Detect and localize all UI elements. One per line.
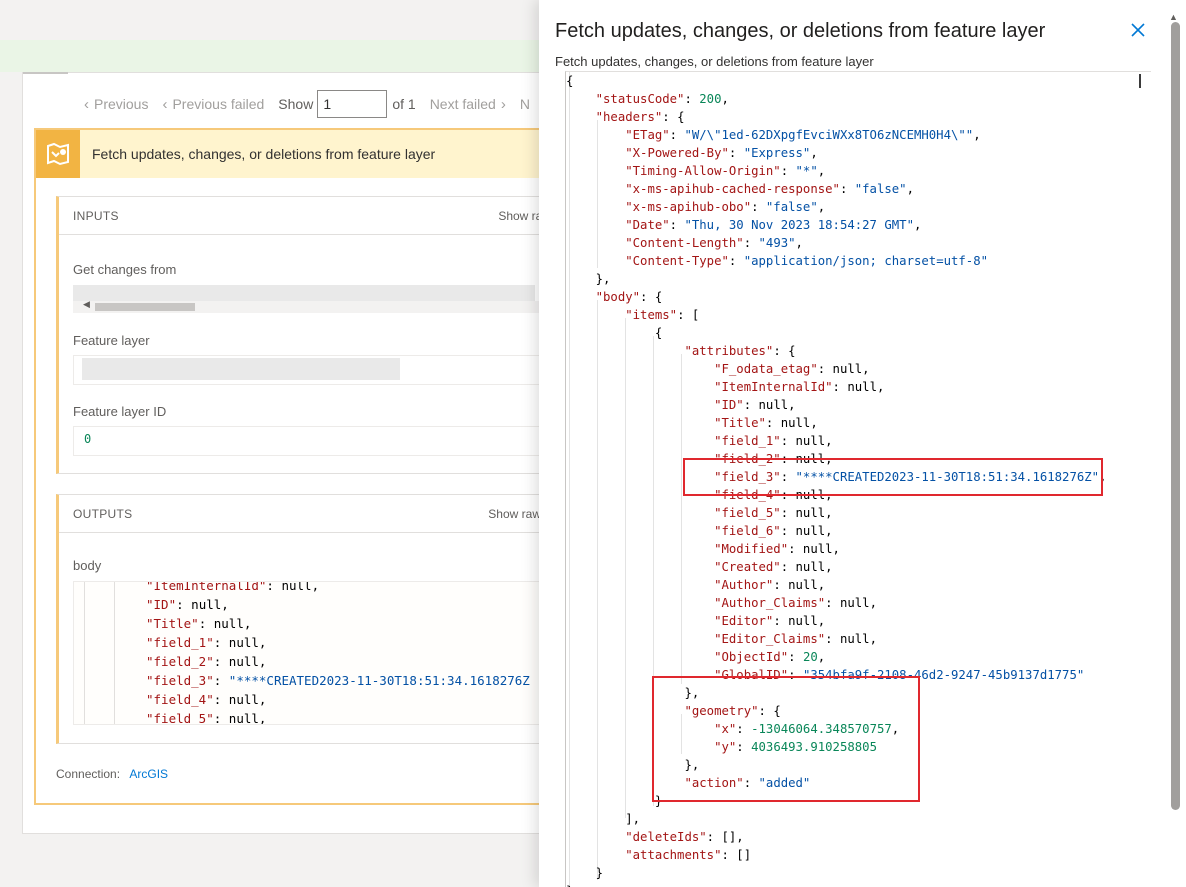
tab-indicator — [23, 72, 68, 74]
code-line: "items": [ — [625, 308, 700, 322]
next-button[interactable]: N — [520, 96, 530, 112]
close-icon[interactable] — [1128, 20, 1148, 42]
page-number-input[interactable] — [317, 90, 388, 118]
code-line: "field_3": "****CREATED2023-11-30T18:51:… — [146, 673, 530, 688]
code-line: } — [566, 882, 1106, 887]
code-line: { — [566, 326, 663, 340]
code-line: "body": { — [595, 290, 663, 304]
previous-failed-label: Previous failed — [172, 96, 265, 112]
code-line: "Timing-Allow-Origin": "*", — [625, 164, 826, 178]
indent-guide — [84, 582, 85, 724]
vertical-scrollbar-thumb[interactable] — [1171, 22, 1180, 810]
action-card: Fetch updates, changes, or deletions fro… — [34, 128, 554, 805]
scrollbar-thumb[interactable] — [95, 303, 195, 311]
code-line: "Author": null, — [714, 578, 826, 592]
body-label: body — [73, 558, 102, 573]
code-line: "x-ms-apihub-obo": "false", — [625, 200, 826, 214]
code-line: "Author_Claims": null, — [714, 596, 877, 610]
code-line: "field_1": null, — [714, 434, 833, 448]
code-line: "field_5": null, — [714, 506, 833, 520]
previous-button[interactable]: ‹ Previous — [84, 96, 148, 113]
code-line: "ID": null, — [714, 398, 796, 412]
action-title: Fetch updates, changes, or deletions fro… — [92, 146, 436, 162]
connection-info: Connection: ArcGIS — [56, 767, 168, 781]
code-line: { — [566, 74, 574, 88]
code-line: "Editor_Claims": null, — [714, 632, 877, 646]
feature-layer-label: Feature layer — [73, 333, 150, 348]
code-line: "Title": null, — [146, 616, 252, 631]
scroll-left-icon: ◀ — [83, 299, 90, 309]
code-line: "F_odata_etag": null, — [714, 362, 870, 376]
inputs-title: INPUTS — [73, 208, 119, 223]
connection-link[interactable]: ArcGIS — [129, 767, 168, 781]
feature-layer-id-label: Feature layer ID — [73, 404, 167, 419]
code-line: "Content-Length": "493", — [625, 236, 803, 250]
redacted-value — [73, 285, 535, 301]
code-line: "Date": "Thu, 30 Nov 2023 18:54:27 GMT", — [625, 218, 922, 232]
panel-subtitle: Fetch updates, changes, or deletions fro… — [555, 54, 874, 69]
inputs-section: INPUTS Show raw Get changes from ◀ Featu… — [56, 196, 553, 474]
code-line: "Content-Type": "application/json; chars… — [625, 254, 989, 268]
code-line: "Modified": null, — [714, 542, 840, 556]
indent-guide — [114, 582, 115, 724]
code-line: "field_5": null, — [146, 711, 267, 725]
code-line: "x-ms-apihub-cached-response": "false", — [625, 182, 914, 196]
highlight-field-3 — [683, 458, 1103, 496]
code-line: "Created": null, — [714, 560, 833, 574]
code-line: "X-Powered-By": "Express", — [625, 146, 818, 160]
page-count-label: of 1 — [392, 96, 416, 112]
code-line: "ID": null, — [146, 597, 229, 612]
outputs-title: OUTPUTS — [73, 506, 133, 521]
code-line: }, — [566, 272, 611, 286]
code-line: "deleteIds": [], — [625, 830, 744, 844]
outputs-header: OUTPUTS Show raw o — [59, 495, 551, 533]
pagination-bar: ‹ Previous ‹ Previous failed Show of 1 N… — [84, 90, 544, 118]
output-details-panel: Fetch updates, changes, or deletions fro… — [539, 0, 1186, 887]
code-line: "ItemInternalId": null, — [146, 581, 320, 593]
code-line: "field_6": null, — [714, 524, 833, 538]
feature-layer-id-value: 0 — [84, 432, 92, 446]
body-code-viewer[interactable]: "ItemInternalId": null, "ID": null, "Title… — [73, 581, 553, 725]
previous-failed-button[interactable]: ‹ Previous failed — [162, 96, 264, 113]
inputs-header: INPUTS Show raw — [59, 197, 551, 235]
outputs-section: OUTPUTS Show raw o body "ItemInternalId"… — [56, 494, 553, 744]
code-line: "attachments": [] — [625, 848, 752, 862]
code-line: "ETag": "W/\"1ed-62DXpgfEvciWXx8TO6zNCEM… — [625, 128, 981, 142]
get-changes-from-label: Get changes from — [73, 262, 177, 277]
next-label: N — [519, 96, 530, 112]
code-line: "field_1": null, — [146, 635, 267, 650]
redacted-value — [82, 358, 400, 380]
chevron-left-icon: ‹ — [84, 95, 89, 113]
code-line: "Title": null, — [714, 416, 818, 430]
scroll-up-icon: ▲ — [1169, 12, 1178, 22]
next-failed-label: Next failed — [429, 96, 496, 112]
text-cursor — [1139, 74, 1141, 88]
action-header[interactable]: Fetch updates, changes, or deletions fro… — [36, 130, 552, 178]
code-line: } — [566, 866, 604, 880]
body-code-lines: "ItemInternalId": null, "ID": null, "Title… — [146, 581, 530, 725]
code-line: "headers": { — [595, 110, 685, 124]
code-line: "attributes": { — [684, 344, 796, 358]
code-line: ], — [566, 812, 641, 826]
code-line: "Editor": null, — [714, 614, 826, 628]
horizontal-scrollbar[interactable]: ◀ — [73, 299, 553, 313]
show-label: Show — [278, 96, 314, 112]
feature-layer-field — [73, 355, 553, 385]
code-line: "statusCode": 200, — [595, 92, 729, 106]
highlight-geometry — [652, 676, 920, 802]
code-line: "ObjectId": 20, — [714, 650, 826, 664]
code-line: "field_2": null, — [146, 654, 267, 669]
connection-label: Connection: — [56, 767, 121, 781]
code-line: "field_4": null, — [146, 692, 267, 707]
chevron-right-icon: › — [500, 95, 506, 113]
previous-label: Previous — [94, 96, 149, 112]
chevron-left-icon: ‹ — [162, 95, 168, 113]
feature-layer-id-field: 0 — [73, 426, 553, 456]
code-line: "ItemInternalId": null, — [714, 380, 885, 394]
next-failed-button[interactable]: Next failed › — [430, 96, 506, 113]
panel-title: Fetch updates, changes, or deletions fro… — [555, 20, 1046, 42]
arcgis-connector-icon — [36, 130, 80, 178]
